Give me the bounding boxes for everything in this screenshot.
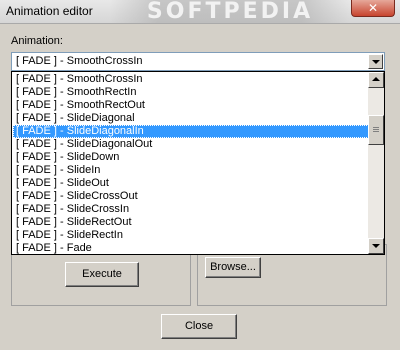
animation-label: Animation: [11,35,63,47]
scroll-thumb[interactable] [368,115,384,145]
animation-option[interactable]: [ FADE ] - SlideDiagonal [13,112,369,125]
list-scrollbar[interactable] [368,72,384,254]
animation-option[interactable]: [ FADE ] - SlideIn [13,164,369,177]
animation-option[interactable]: [ FADE ] - SlideOut [13,177,369,190]
window-title: Animation editor [6,4,93,18]
scroll-up-button[interactable] [368,72,384,88]
close-button-label: Close [184,320,214,332]
browse-button[interactable]: Browse... [205,257,261,278]
animation-selected-value: [ FADE ] - SmoothCrossIn [16,55,143,67]
combo-dropdown-button[interactable] [368,54,383,69]
animation-option[interactable]: [ FADE ] - SmoothRectIn [13,86,369,99]
close-icon: ✕ [367,1,379,15]
animation-option[interactable]: [ FADE ] - Fade [13,242,369,255]
execute-button-label: Execute [82,268,122,280]
title-bar: SOFTPEDIA Animation editor ✕ [0,0,400,24]
animation-dropdown-list[interactable]: [ FADE ] - SmoothCrossIn[ FADE ] - Smoot… [11,71,385,255]
animation-select[interactable]: [ FADE ] - SmoothCrossIn [11,52,385,71]
animation-option[interactable]: [ FADE ] - SlideDiagonalOut [13,138,369,151]
arrow-up-icon [372,77,380,81]
watermark: SOFTPEDIA [110,0,350,24]
animation-option[interactable]: [ FADE ] - SlideCrossOut [13,190,369,203]
execute-button[interactable]: Execute [65,262,139,287]
arrow-down-icon [372,244,380,248]
animation-option[interactable]: [ FADE ] - SlideCrossIn [13,203,369,216]
animation-option[interactable]: [ FADE ] - SlideRectIn [13,229,369,242]
browse-button-label: Browse... [210,261,256,273]
animation-option[interactable]: [ FADE ] - SmoothCrossIn [13,73,369,86]
window-close-button[interactable]: ✕ [351,0,395,17]
animation-option[interactable]: [ FADE ] - SmoothRectOut [13,99,369,112]
animation-option[interactable]: [ FADE ] - SlideDown [13,151,369,164]
chevron-down-icon [372,60,380,64]
animation-option[interactable]: [ FADE ] - SlideDiagonalIn [13,125,369,138]
animation-option[interactable]: [ FADE ] - SlideRectOut [13,216,369,229]
close-button[interactable]: Close [161,314,237,339]
scroll-down-button[interactable] [368,238,384,254]
